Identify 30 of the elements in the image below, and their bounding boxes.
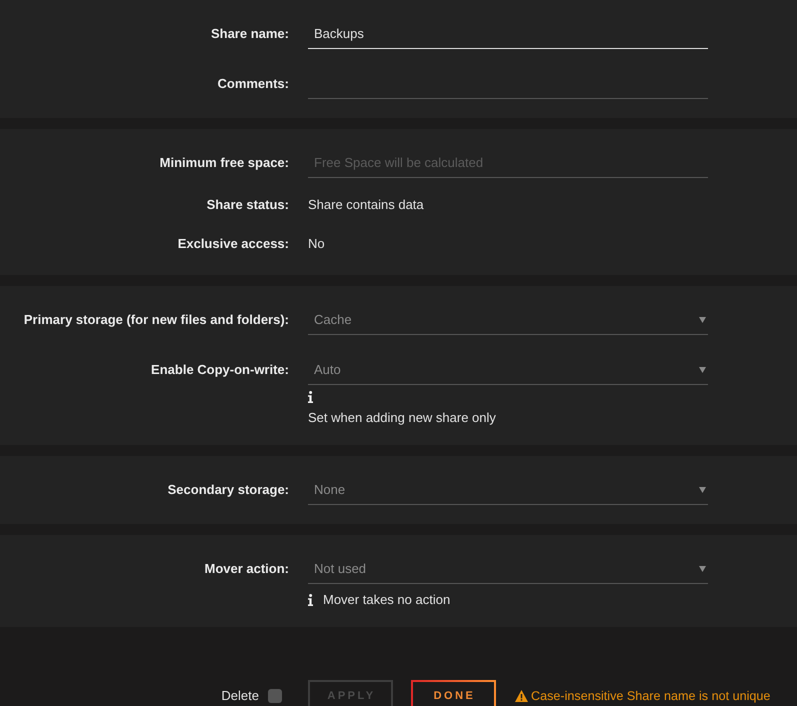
caret-icon bbox=[699, 486, 706, 492]
field-label: Secondary storage: bbox=[168, 482, 289, 498]
field-label: Primary storage (for new files and folders): bbox=[24, 312, 289, 328]
field-label: Mover action: bbox=[204, 561, 289, 577]
text-field[interactable]: Free Space will be calculated bbox=[308, 148, 708, 178]
field-value: Share contains data bbox=[308, 197, 424, 213]
field-label: Enable Copy-on-write: bbox=[151, 362, 289, 378]
field-value: No bbox=[308, 236, 325, 252]
hint-text: Mover takes no action bbox=[323, 592, 450, 608]
hint-text: Set when adding new share only bbox=[308, 410, 496, 426]
caret-icon bbox=[699, 316, 706, 322]
info-icon bbox=[308, 594, 313, 606]
warning-icon bbox=[515, 690, 528, 702]
select-field[interactable]: Not used bbox=[308, 554, 708, 584]
select-field[interactable]: None bbox=[308, 475, 708, 505]
text-field[interactable]: Backups bbox=[308, 19, 708, 49]
field-label: Minimum free space: bbox=[160, 155, 289, 171]
warning-text: Case-insensitive Share name is not unique bbox=[531, 688, 770, 704]
field-label: Exclusive access: bbox=[178, 236, 289, 252]
select-field[interactable]: Cache bbox=[308, 305, 708, 335]
caret-icon bbox=[699, 366, 706, 372]
caret-icon bbox=[699, 566, 706, 572]
field-label: Share name: bbox=[210, 26, 289, 42]
info-icon bbox=[308, 391, 313, 403]
checkbox[interactable] bbox=[268, 688, 282, 702]
field-label: Comments: bbox=[217, 76, 289, 92]
select-field[interactable]: Auto bbox=[308, 355, 708, 385]
field-label: Share status: bbox=[206, 197, 289, 213]
done-button[interactable]: DONE bbox=[411, 680, 496, 706]
delete-label: Delete bbox=[221, 688, 259, 704]
